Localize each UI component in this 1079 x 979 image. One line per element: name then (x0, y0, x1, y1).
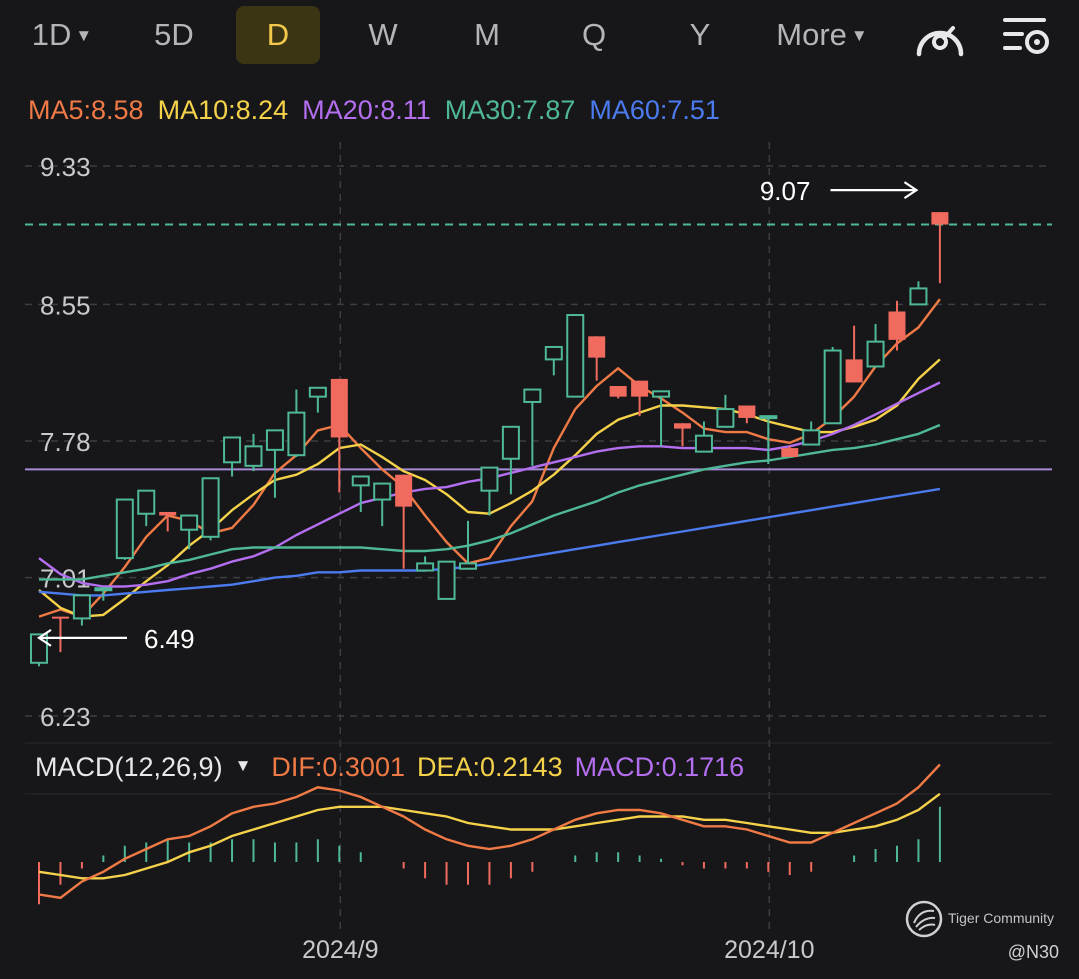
macd-title: MACD(12,26,9) (35, 752, 223, 782)
candle-body (823, 349, 842, 425)
candle-body (652, 390, 671, 398)
candle-body (244, 445, 263, 467)
tiger-community-watermark: Tiger Community (904, 899, 1074, 939)
candle-body (781, 448, 799, 457)
candlestick-chart[interactable]: 9.338.557.787.016.232024/9 2024/109.076.4… (0, 0, 1079, 979)
candle-body (72, 594, 91, 620)
x-axis-tick-label: 2024/9 (302, 936, 378, 964)
y-axis-tick-label: 7.78 (40, 427, 91, 457)
candle-body (459, 562, 477, 570)
candle-body (201, 477, 220, 538)
low-price-label: 6.49 (144, 624, 195, 654)
macd-legend-macd: MACD:0.1716 (574, 752, 745, 782)
candle-body (308, 386, 327, 398)
high-price-label: 9.07 (760, 176, 811, 206)
y-axis-tick-label: 8.55 (40, 290, 91, 320)
candle-body (566, 314, 585, 398)
macd-dropdown-caret-icon[interactable]: ▼ (235, 756, 252, 775)
candle-body (180, 514, 199, 531)
macd-legend-dea: DEA:0.2143 (416, 752, 563, 782)
candle-body (501, 425, 520, 460)
macd-legend: MACD(12,26,9) ▼ DIF:0.3001 DEA:0.2143 MACD:0… (35, 752, 768, 783)
candle-body (373, 482, 392, 501)
candle-body (631, 380, 649, 397)
candle-body (931, 212, 949, 225)
candle-body (759, 415, 778, 420)
candle-body (845, 359, 863, 383)
candle-body (115, 498, 134, 560)
tiger-logo-icon (905, 900, 943, 938)
candle-body (523, 388, 542, 403)
candle-body (416, 562, 435, 572)
candle-body (265, 429, 284, 451)
candle-body (888, 311, 906, 340)
author-credit: @N30 (1007, 942, 1059, 962)
candle-body (674, 423, 691, 429)
macd-legend-dif: DIF:0.3001 (271, 752, 405, 782)
candle-body (437, 560, 456, 600)
candle-body (738, 405, 756, 418)
candle-body (330, 378, 348, 438)
candle-body (395, 474, 413, 507)
candle-body (223, 436, 242, 464)
candle-body (716, 408, 735, 428)
candle-body (909, 287, 928, 306)
candle-body (544, 345, 563, 361)
candle-body (588, 336, 606, 358)
candle-body (802, 429, 821, 446)
candle-body (159, 511, 177, 516)
candle-body (94, 587, 113, 592)
watermark-text: Tiger Community (948, 910, 1055, 926)
ma-line-ma5 (38, 298, 941, 618)
candle-body (480, 466, 499, 492)
y-axis-tick-label: 6.23 (40, 702, 91, 732)
candle-body (287, 411, 306, 457)
x-axis-tick-label: 2024/10 (724, 936, 814, 964)
candle-body (351, 475, 370, 487)
candle-body (866, 340, 885, 368)
candle-body (694, 434, 713, 453)
y-axis-tick-label: 9.33 (40, 152, 91, 182)
candle-body (609, 386, 627, 397)
candle-body (51, 616, 69, 619)
candle-body (137, 489, 156, 515)
